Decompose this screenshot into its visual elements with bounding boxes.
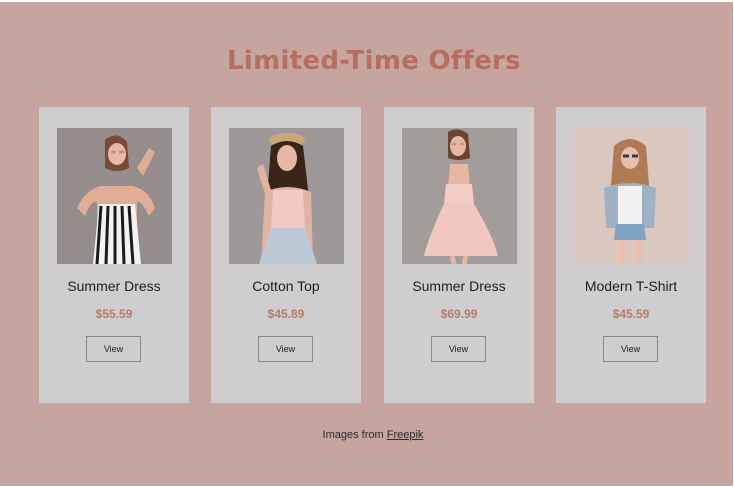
woman-straw-hat-photo [229,128,344,264]
product-name: Cotton Top [252,278,320,294]
product-image[interactable] [402,128,517,264]
view-button[interactable]: View [258,336,313,362]
view-button[interactable]: View [86,336,141,362]
view-button[interactable]: View [431,336,486,362]
credit-prefix: Images from [322,429,384,441]
product-card: Cotton Top $45.89 View [211,107,361,403]
section-title: Limited-Time Offers [227,46,521,76]
product-price: $55.59 [95,307,133,321]
product-card: Summer Dress $55.59 View [39,107,189,403]
product-image[interactable] [229,128,344,264]
product-card: Modern T-Shirt $45.59 View [556,107,706,403]
offers-section: Limited-Time Offers Summer Dress $55.59 … [0,2,733,486]
product-price: $45.59 [612,307,650,321]
product-name: Modern T-Shirt [584,278,678,294]
woman-denim-shorts-photo [574,128,689,264]
product-name: Summer Dress [412,278,506,294]
freepik-link[interactable]: Freepik [387,429,424,441]
product-price: $69.99 [440,307,478,321]
woman-pink-dress-photo [402,128,517,264]
product-name: Summer Dress [67,278,161,294]
view-button[interactable]: View [603,336,658,362]
product-image[interactable] [57,128,172,264]
product-image[interactable] [574,128,689,264]
product-price: $45.89 [267,307,305,321]
woman-striped-dress-photo [57,128,172,264]
product-card: Summer Dress $69.99 View [384,107,534,403]
image-credit: Images from Freepik [0,429,734,441]
